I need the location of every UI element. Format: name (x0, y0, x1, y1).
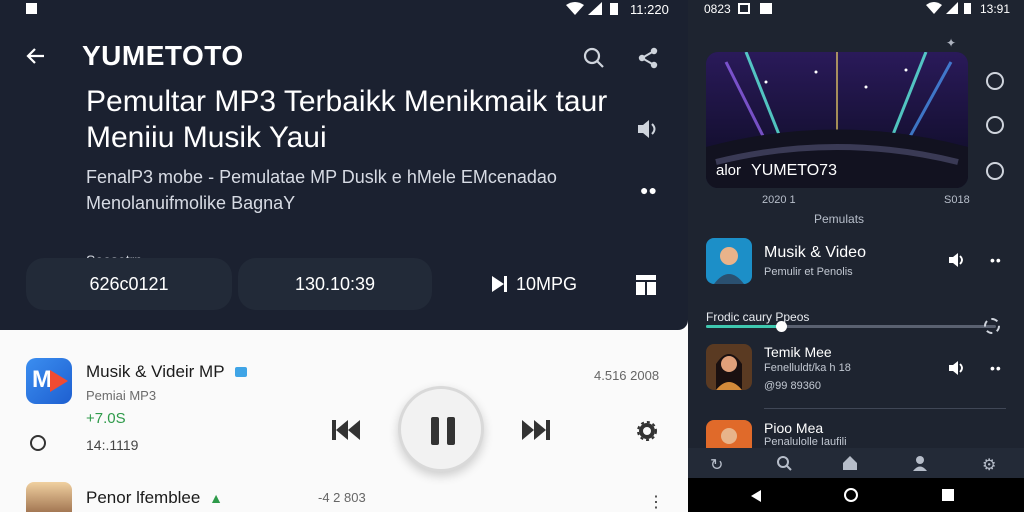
system-back-icon[interactable] (750, 489, 762, 507)
back-arrow-icon[interactable] (24, 44, 48, 68)
stat-3-value: 10MPG (516, 273, 578, 294)
second-row-title: Penor lfemblee ▲ (86, 488, 223, 507)
more-dots-icon[interactable]: ●● (640, 182, 657, 198)
app-row-date: 4.516 2008 (594, 368, 660, 383)
headline-line-2: Meniiu Musik Yaui (86, 121, 327, 154)
app-row-subtitle: Pemiai MP3 (86, 388, 157, 403)
status-time: 11:220 (630, 2, 669, 17)
zoom-side-icon[interactable] (986, 116, 1004, 134)
hero-headline: Pemultar MP3 Terbaikk Menikmaik taur Men… (86, 84, 626, 156)
signal-icon (588, 2, 602, 18)
left-pane: 11:220 YUMETOTO Pemultar MP3 Terbaikk Me… (0, 0, 688, 512)
progress-fill (706, 325, 782, 328)
item-2-more-icon[interactable]: •• (990, 360, 1002, 376)
second-row-date: -4 2 803 (318, 490, 366, 505)
search-icon[interactable] (582, 46, 606, 75)
item-3-subtitle: Penalulolle Iaufili (764, 436, 847, 448)
share-icon[interactable] (636, 46, 660, 75)
headline-line-1: Pemultar MP3 Terbaikk Menikmaik taur (86, 85, 608, 118)
app-row-rating: +7.0S (86, 410, 126, 427)
item-1-subtitle: Pemulir et Penolis (764, 266, 853, 278)
stat-pill-2[interactable]: 130.10:39 (238, 258, 432, 310)
previous-track-icon[interactable] (332, 418, 360, 447)
right-status-bar: 0823 13:91 (688, 0, 1024, 18)
status-bar: 11:220 (0, 0, 688, 18)
right-battery-icon (964, 2, 971, 17)
right-status-left-time: 0823 (704, 2, 731, 16)
settings-icon[interactable] (984, 318, 1000, 334)
pin-icon[interactable]: ✦ (946, 36, 956, 50)
item-1-thumbnail (706, 238, 752, 284)
hero-subtitle: FenalP3 mobe - Pemulatae MP Duslk e hMel… (86, 164, 606, 216)
album-title: alor YUMETO73 (716, 162, 837, 179)
wifi-icon (566, 2, 584, 18)
nav-profile-icon[interactable] (912, 455, 928, 476)
nav-search-icon[interactable] (776, 455, 792, 476)
item-2-subtitle: Fenelluldt/ka h 18 (764, 362, 851, 374)
album-caption: Pemulats (814, 212, 865, 226)
item-2-extra: @99 89360 (764, 380, 822, 392)
pause-button[interactable] (398, 386, 484, 472)
second-row-thumbnail (26, 482, 72, 512)
settings-gear-icon[interactable] (636, 420, 658, 447)
find-side-icon[interactable] (986, 162, 1004, 180)
pause-bar-left (431, 417, 439, 445)
subtitle-line-2: Menolanuifmolike BagnaY (86, 193, 296, 213)
battery-icon (610, 2, 618, 18)
album-art[interactable]: alor YUMETO73 (706, 52, 968, 188)
right-signal-icon (946, 2, 958, 17)
album-meta-right: S018 (944, 194, 970, 206)
pause-bar-right (447, 417, 455, 445)
nav-settings-icon[interactable]: ⚙ (982, 455, 996, 475)
track-duration: 14:.1119 (86, 437, 139, 453)
gallery-icon (738, 3, 750, 14)
item-3-thumbnail (706, 420, 752, 448)
grid-icon[interactable] (636, 275, 656, 295)
list-divider (764, 408, 1006, 409)
stat-play[interactable]: 10MPG (490, 258, 577, 310)
notification-icon (26, 3, 37, 14)
hero-section: 11:220 YUMETOTO Pemultar MP3 Terbaikk Me… (0, 0, 688, 330)
system-recents-icon[interactable] (942, 489, 954, 501)
item-3-title[interactable]: Pioo Mea (764, 420, 823, 436)
app-row-title: Musik & Videir MP (86, 362, 247, 382)
app-title: YUMETOTO (82, 40, 244, 71)
album-meta-left: 2020 1 (762, 194, 796, 206)
right-status-time: 13:91 (980, 2, 1011, 16)
volume-icon[interactable] (636, 118, 660, 145)
stat-pill-1[interactable]: 626c0121 (26, 258, 232, 310)
item-2-volume-icon[interactable] (948, 360, 966, 379)
item-1-more-icon[interactable]: •• (990, 252, 1002, 268)
subtitle-line-1: FenalP3 mobe - Pemulatae MP Duslk e hMel… (86, 167, 557, 187)
play-icon (492, 276, 507, 292)
app-logo-icon: M (26, 358, 72, 404)
search-side-icon[interactable] (986, 72, 1004, 90)
overflow-menu-icon[interactable]: ⋮ (648, 492, 664, 512)
message-icon (760, 3, 772, 14)
next-track-icon[interactable] (522, 418, 550, 447)
item-1-title[interactable]: Musik & Video (764, 244, 866, 262)
system-navigation-bar (688, 478, 1024, 512)
verified-badge-icon (234, 367, 247, 377)
clock-icon (30, 435, 46, 451)
app-root: 11:220 YUMETOTO Pemultar MP3 Terbaikk Me… (0, 0, 1024, 512)
right-pane: 0823 13:91 ✦ alor YUMETO73 2020 1 S018 P… (688, 0, 1024, 512)
progress-label: Frodic caury Ppeos (706, 310, 810, 324)
stat-2-value: 130.10:39 (294, 273, 376, 294)
upload-icon: ▲ (209, 490, 223, 506)
right-wifi-icon (926, 2, 942, 17)
system-home-icon[interactable] (844, 488, 858, 502)
item-2-title[interactable]: Temik Mee (764, 344, 832, 360)
progress-knob[interactable] (776, 321, 788, 332)
stat-1-value: 626c0121 (89, 273, 169, 294)
item-2-thumbnail (706, 344, 752, 390)
item-1-volume-icon[interactable] (948, 252, 966, 271)
nav-refresh-icon[interactable]: ↻ (710, 455, 723, 475)
nav-home-icon[interactable] (842, 455, 858, 476)
